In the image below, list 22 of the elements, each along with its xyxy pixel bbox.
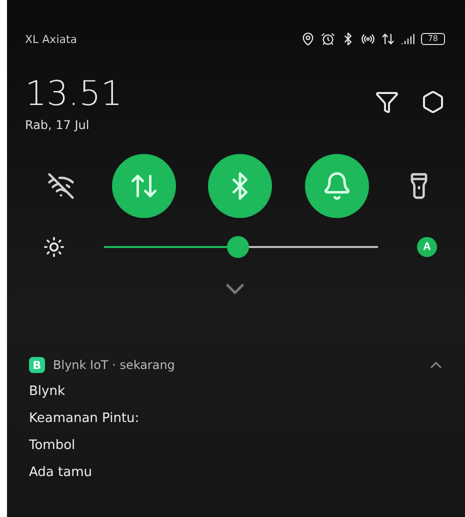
bell-icon [322, 171, 352, 201]
data-icon [380, 32, 395, 46]
carrier-name: XL Axiata [25, 32, 78, 46]
notification-line: Ada tamu [29, 465, 93, 480]
notification-line: Blynk [29, 384, 66, 399]
location-icon [300, 32, 315, 46]
clock-time: 13.51 [25, 76, 122, 112]
auto-brightness-button[interactable]: A [417, 237, 437, 257]
notification-source: Blynk IoT · sekarang [53, 358, 175, 372]
notification-line: Tombol [29, 438, 76, 453]
date-text: Rab, 17 Jul [25, 118, 90, 132]
slider-thumb[interactable] [227, 236, 250, 258]
settings-icon[interactable] [421, 90, 445, 114]
wifi-off-icon [47, 172, 75, 200]
radio-icon [360, 32, 375, 46]
brightness-icon [43, 236, 65, 258]
notification-line: Keamanan Pintu: [29, 411, 140, 426]
filter-icon[interactable] [375, 90, 399, 114]
signal-icon [400, 32, 415, 46]
battery-level: 78 [420, 33, 445, 45]
app-icon: B [29, 357, 45, 373]
alarm-icon [320, 32, 335, 46]
